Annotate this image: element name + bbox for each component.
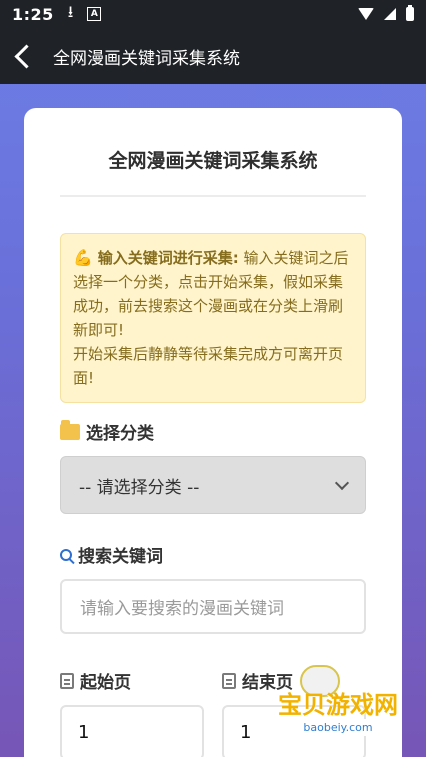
app-bar: 全网漫画关键词采集系统 [0,28,426,84]
chevron-down-icon [334,475,350,491]
category-select[interactable]: -- 请选择分类 -- [60,456,366,514]
download-icon: ⭳ [67,1,74,21]
screen: 1:25 ⭳ A 全网漫画关键词采集系统 全网漫画关键词采集系统 💪 输入关键词… [0,0,426,757]
start-page-value: 1 [78,722,90,743]
notice-text-2: 开始采集后静静等待采集完成方可离开页面! [73,345,344,387]
flex-muscle-icon: 💪 [73,248,93,267]
content: 全网漫画关键词采集系统 💪 输入关键词进行采集: 输入关键词之后选择一个分类，点… [0,84,426,757]
app-notification-icon: A [87,7,102,21]
page-icon [222,672,236,689]
category-select-value: -- 请选择分类 -- [79,477,200,498]
form-card: 全网漫画关键词采集系统 💪 输入关键词进行采集: 输入关键词之后选择一个分类，点… [24,108,402,757]
signal-icon [384,8,396,20]
keyword-label: 搜索关键词 [60,542,366,567]
keyword-label-text: 搜索关键词 [78,547,163,567]
card-title: 全网漫画关键词采集系统 [108,150,318,172]
battery-icon [406,5,414,21]
wifi-icon [358,8,374,20]
start-page-label-text: 起始页 [80,673,131,693]
folder-icon [60,419,80,440]
status-bar: 1:25 ⭳ A [0,0,426,28]
keyword-input[interactable]: 请输入要搜索的漫画关键词 [60,579,366,634]
keyword-placeholder: 请输入要搜索的漫画关键词 [80,599,284,619]
start-page-field: 起始页 1 [60,652,204,757]
category-label: 选择分类 [60,419,366,444]
page-icon [60,672,74,689]
end-page-field: 结束页 1 [222,652,366,757]
search-icon [60,548,72,561]
app-bar-title: 全网漫画关键词采集系统 [53,48,240,69]
end-page-label-text: 结束页 [242,673,293,693]
back-icon[interactable] [14,43,39,69]
divider [60,195,366,197]
notice-title: 输入关键词进行采集: [97,249,239,267]
start-page-label: 起始页 [60,668,204,693]
end-page-label: 结束页 [222,668,366,693]
category-label-text: 选择分类 [86,424,154,444]
end-page-value: 1 [240,722,252,743]
status-time: 1:25 [12,4,54,24]
instructions-notice: 💪 输入关键词进行采集: 输入关键词之后选择一个分类，点击开始采集，假如采集成功… [60,233,366,403]
end-page-input[interactable]: 1 [222,705,366,757]
page-range: 起始页 1 结束页 1 [60,652,366,757]
start-page-input[interactable]: 1 [60,705,204,757]
